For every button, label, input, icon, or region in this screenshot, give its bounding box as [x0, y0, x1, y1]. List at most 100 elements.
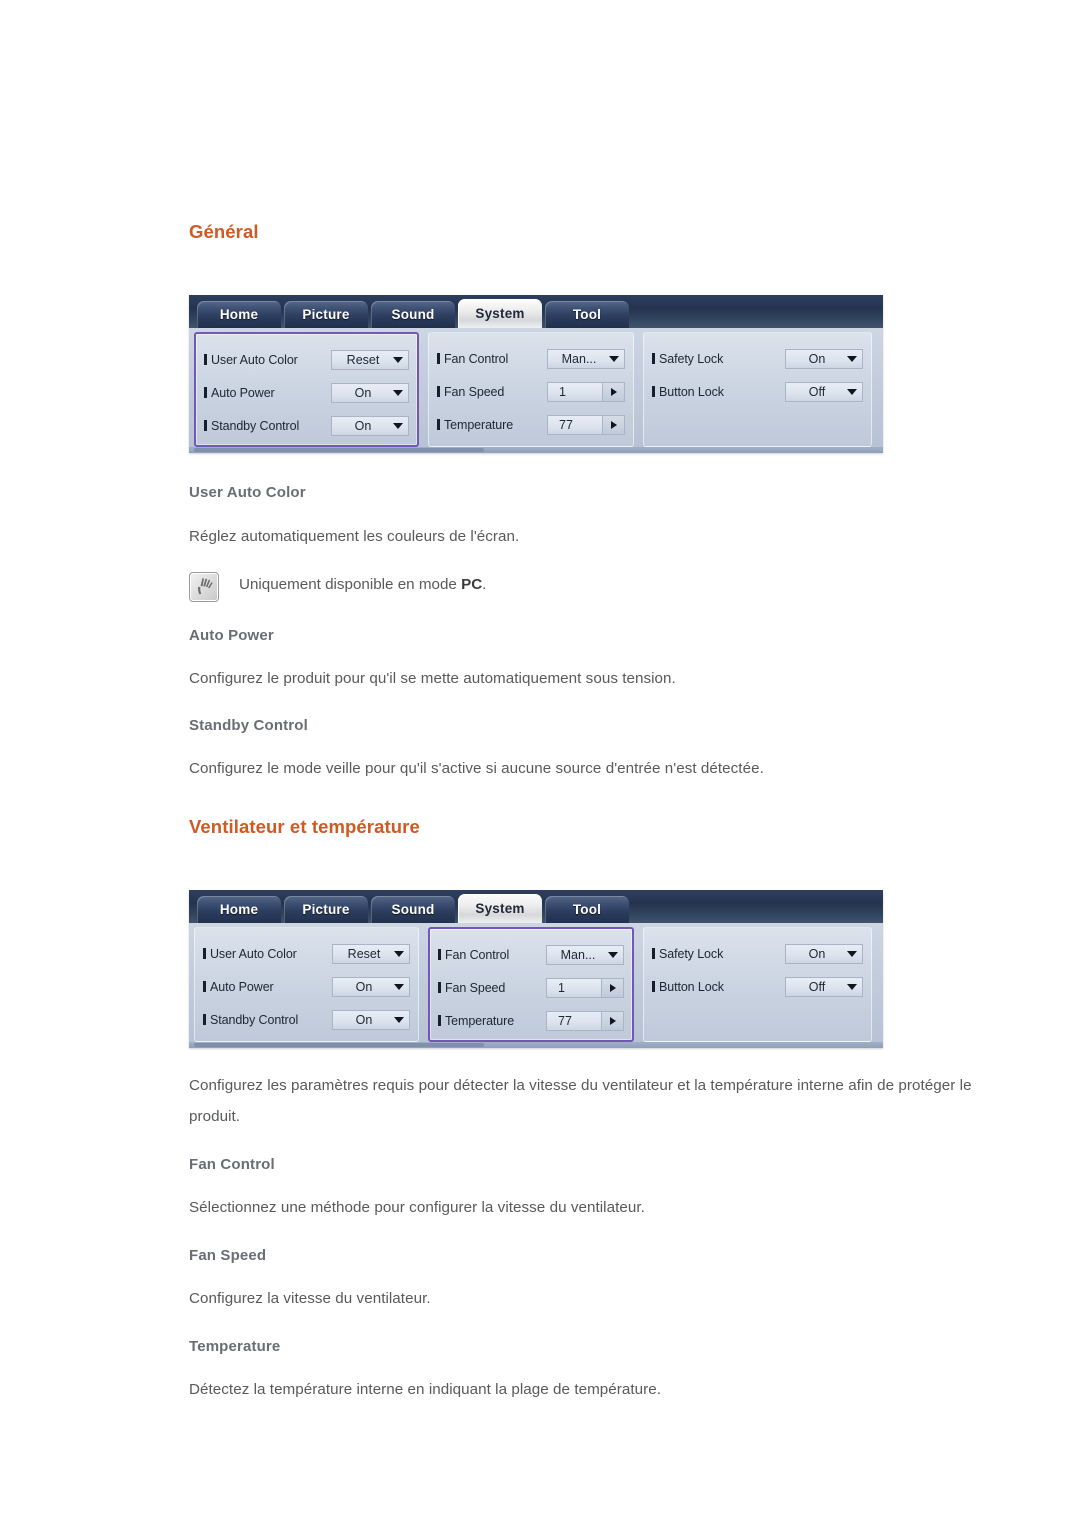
osd-tab-label: Tool — [572, 307, 602, 322]
note-text-after: . — [482, 576, 487, 593]
bullet-bar-icon — [652, 353, 655, 364]
note-callout: Uniquement disponible en mode PC. — [189, 571, 1019, 602]
osd-label-text: Button Lock — [659, 384, 724, 399]
osd-select-standby-control[interactable]: On — [332, 1009, 410, 1030]
chevron-down-icon — [847, 388, 857, 395]
osd-row-label: Standby Control — [203, 1013, 298, 1027]
osd-label-text: Safety Lock — [659, 351, 724, 366]
osd-tab-home[interactable]: Home — [197, 301, 281, 328]
osd-select-auto-power[interactable]: On — [331, 382, 409, 403]
bullet-bar-icon — [204, 354, 207, 365]
osd-label-text: User Auto Color — [211, 352, 298, 367]
osd-row-label: Button Lock — [652, 980, 724, 994]
osd-select-auto-power[interactable]: On — [332, 976, 410, 997]
osd-footer-bar — [189, 447, 883, 453]
osd-row-label: Auto Power — [204, 386, 275, 400]
sub-heading-fan-speed: Fan Speed — [189, 1247, 267, 1264]
osd-label-text: Standby Control — [211, 418, 300, 433]
osd-select-button-lock[interactable]: Off — [785, 381, 863, 402]
osd-row-fan-control[interactable]: Fan Control Man... — [437, 342, 625, 375]
osd-select-safety-lock[interactable]: On — [785, 943, 863, 964]
osd-row-auto-power[interactable]: Auto Power On — [204, 376, 409, 409]
osd-tab-label: Sound — [391, 902, 435, 917]
osd-select-fan-control[interactable]: Man... — [546, 944, 624, 965]
osd-menu-screenshot-fan: Home Picture Sound System Tool User Auto… — [189, 890, 883, 1048]
osd-tab-picture[interactable]: Picture — [284, 896, 368, 923]
osd-scroll-indicator[interactable] — [194, 448, 484, 452]
osd-tab-label: System — [475, 306, 525, 321]
description-user-auto-color: Réglez automatiquement les couleurs de l… — [189, 528, 520, 545]
osd-row-fan-control[interactable]: Fan Control Man... — [438, 938, 624, 971]
osd-tab-picture[interactable]: Picture — [284, 301, 368, 328]
osd-column-general: User Auto Color Reset Auto Power On Stan… — [194, 927, 419, 1042]
stepper-increase-button[interactable] — [602, 382, 624, 401]
osd-stepper-temperature[interactable]: 77 — [546, 1010, 624, 1031]
stepper-increase-button[interactable] — [601, 1011, 623, 1030]
bullet-bar-icon — [438, 949, 441, 960]
osd-select-safety-lock[interactable]: On — [785, 348, 863, 369]
osd-row-user-auto-color[interactable]: User Auto Color Reset — [204, 343, 409, 376]
osd-row-safety-lock[interactable]: Safety Lock On — [652, 342, 863, 375]
osd-row-fan-speed[interactable]: Fan Speed 1 — [437, 375, 625, 408]
stepper-increase-button[interactable] — [602, 415, 624, 434]
sub-heading-temperature: Temperature — [189, 1338, 281, 1355]
osd-row-temperature[interactable]: Temperature 77 — [438, 1004, 624, 1037]
osd-label-text: Safety Lock — [659, 946, 724, 961]
chevron-right-icon — [609, 1016, 616, 1025]
stepper-increase-button[interactable] — [601, 978, 623, 997]
osd-row-temperature[interactable]: Temperature 77 — [437, 408, 625, 441]
osd-tab-sound[interactable]: Sound — [371, 896, 455, 923]
osd-row-standby-control[interactable]: Standby Control On — [204, 409, 409, 442]
section-heading-fan-temperature: Ventilateur et température — [189, 816, 420, 837]
osd-row-label: Fan Control — [438, 948, 509, 962]
sub-heading-fan-control: Fan Control — [189, 1156, 275, 1173]
bullet-bar-icon — [438, 1015, 441, 1026]
bullet-bar-icon — [437, 419, 440, 430]
chevron-down-icon — [847, 950, 857, 957]
bullet-bar-icon — [438, 982, 441, 993]
document-page: Général Home Picture Sound System Tool U… — [0, 0, 1080, 1527]
osd-label-text: Fan Control — [444, 351, 509, 366]
osd-column-lock: Safety Lock On Button Lock Off — [643, 927, 872, 1042]
osd-row-fan-speed[interactable]: Fan Speed 1 — [438, 971, 624, 1004]
bullet-bar-icon — [437, 353, 440, 364]
osd-tab-tool[interactable]: Tool — [545, 896, 629, 923]
chevron-down-icon — [394, 983, 404, 990]
osd-select-user-auto-color[interactable]: Reset — [332, 943, 410, 964]
osd-select-user-auto-color[interactable]: Reset — [331, 349, 409, 370]
osd-row-standby-control[interactable]: Standby Control On — [203, 1003, 410, 1036]
description-temperature: Détectez la température interne en indiq… — [189, 1381, 662, 1398]
description-standby-control: Configurez le mode veille pour qu'il s'a… — [189, 760, 764, 777]
osd-row-safety-lock[interactable]: Safety Lock On — [652, 937, 863, 970]
osd-tab-label: Home — [219, 902, 259, 917]
description-fan-speed: Configurez la vitesse du ventilateur. — [189, 1290, 431, 1307]
osd-select-button-lock[interactable]: Off — [785, 976, 863, 997]
chevron-right-icon — [610, 387, 617, 396]
osd-row-auto-power[interactable]: Auto Power On — [203, 970, 410, 1003]
osd-row-button-lock[interactable]: Button Lock Off — [652, 375, 863, 408]
note-text-before: Uniquement disponible en mode — [239, 576, 462, 593]
osd-stepper-temperature[interactable]: 77 — [547, 414, 625, 435]
osd-tab-home[interactable]: Home — [197, 896, 281, 923]
osd-row-button-lock[interactable]: Button Lock Off — [652, 970, 863, 1003]
osd-tab-label: Picture — [302, 902, 350, 917]
osd-column-lock: Safety Lock On Button Lock Off — [643, 332, 872, 447]
osd-stepper-fan-speed[interactable]: 1 — [547, 381, 625, 402]
osd-row-label: Temperature — [438, 1014, 514, 1028]
osd-row-label: Button Lock — [652, 385, 724, 399]
bullet-bar-icon — [204, 420, 207, 431]
osd-tab-sound[interactable]: Sound — [371, 301, 455, 328]
osd-select-standby-control[interactable]: On — [331, 415, 409, 436]
osd-stepper-fan-speed[interactable]: 1 — [546, 977, 624, 998]
osd-tab-tool[interactable]: Tool — [545, 301, 629, 328]
chevron-down-icon — [393, 389, 403, 396]
osd-row-label: Fan Speed — [438, 981, 505, 995]
osd-select-value: Reset — [347, 946, 381, 961]
osd-row-user-auto-color[interactable]: User Auto Color Reset — [203, 937, 410, 970]
sub-heading-user-auto-color: User Auto Color — [189, 484, 306, 501]
osd-select-value: On — [808, 946, 826, 961]
osd-tab-system[interactable]: System — [458, 299, 542, 328]
osd-tab-system[interactable]: System — [458, 894, 542, 923]
osd-select-fan-control[interactable]: Man... — [547, 348, 625, 369]
osd-scroll-indicator[interactable] — [194, 1043, 484, 1047]
